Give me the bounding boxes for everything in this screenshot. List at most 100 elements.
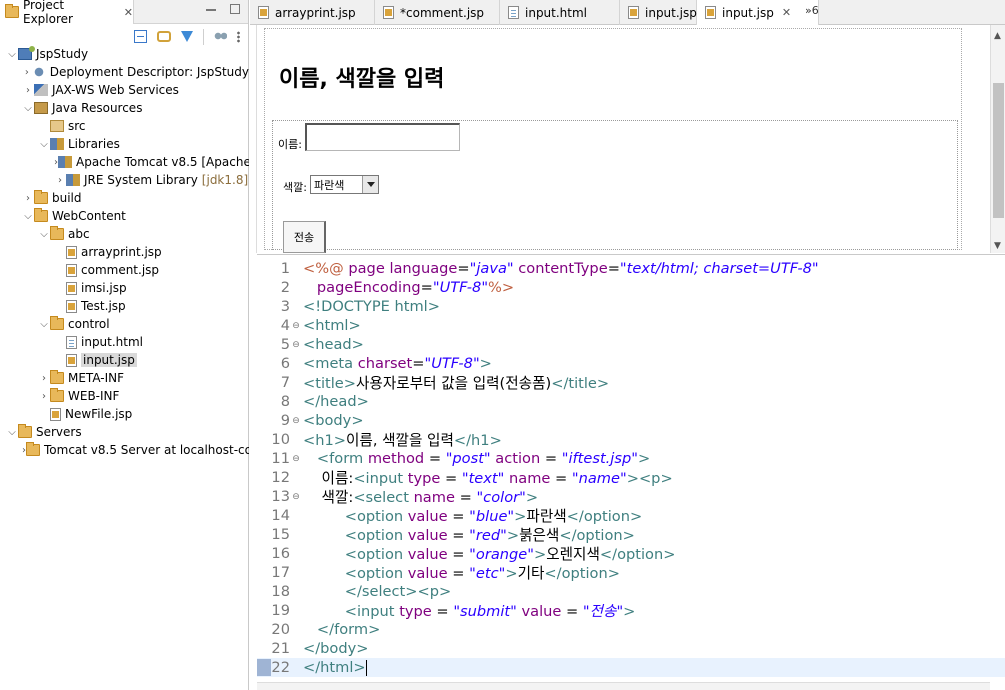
- tree-item[interactable]: Test.jsp: [0, 297, 249, 315]
- tree-item[interactable]: ⌵ WebContent: [0, 207, 249, 225]
- tree-item[interactable]: imsi.jsp: [0, 279, 249, 297]
- editor-tab[interactable]: *comment.jsp: [375, 0, 500, 25]
- minimize-icon[interactable]: [206, 4, 216, 11]
- tree-item[interactable]: › JAX-WS Web Services: [0, 81, 249, 99]
- fold-toggle-icon[interactable]: ⊖: [290, 492, 302, 502]
- tree-item[interactable]: › build: [0, 189, 249, 207]
- scroll-up-icon[interactable]: ▲: [994, 31, 1001, 41]
- tree-item[interactable]: › META-INF: [0, 369, 249, 387]
- fold-toggle-icon[interactable]: ⊖: [290, 340, 302, 350]
- collapsed-chevron-icon[interactable]: ›: [38, 391, 50, 402]
- tree-item[interactable]: ⌵ Libraries: [0, 135, 249, 153]
- preview-left-margin: [250, 25, 257, 253]
- preview-scrollbar[interactable]: ▲ ▼: [990, 25, 1005, 253]
- filter-icon[interactable]: [181, 31, 193, 42]
- tree-item[interactable]: ⌵ JspStudy: [0, 45, 249, 63]
- maximize-icon[interactable]: [230, 4, 240, 14]
- code-line[interactable]: 14 <option value = "blue">파란색</option>: [257, 506, 1005, 525]
- code-line[interactable]: 3 <!DOCTYPE html>: [257, 297, 1005, 316]
- code-line[interactable]: 7 <title>사용자로부터 값을 입력(전송폼)</title>: [257, 373, 1005, 392]
- name-input[interactable]: [305, 123, 460, 151]
- code-line[interactable]: 16 <option value = "orange">오렌지색</option…: [257, 544, 1005, 563]
- tree-item[interactable]: › Deployment Descriptor: JspStudy: [0, 63, 249, 81]
- working-sets-icon[interactable]: [214, 30, 227, 43]
- tree-item[interactable]: input.jsp: [0, 351, 249, 369]
- code-line[interactable]: 8 </head>: [257, 392, 1005, 411]
- code-line[interactable]: 21 </body>: [257, 639, 1005, 658]
- collapsed-chevron-icon[interactable]: ›: [22, 67, 32, 78]
- tree-item[interactable]: › WEB-INF: [0, 387, 249, 405]
- expanded-chevron-icon[interactable]: ⌵: [6, 49, 18, 60]
- tree-item[interactable]: src: [0, 117, 249, 135]
- chevron-down-icon[interactable]: [362, 176, 378, 193]
- code-line[interactable]: 13 ⊖ 색깔:<select name = "color">: [257, 487, 1005, 506]
- collapsed-chevron-icon[interactable]: ›: [54, 175, 66, 186]
- editor-tab[interactable]: arrayprint.jsp: [250, 0, 375, 25]
- tree-item-label: Libraries: [68, 137, 120, 151]
- code-line[interactable]: 22 </html>: [257, 658, 1005, 677]
- code-text: <%@ page language="java" contentType="te…: [303, 260, 819, 277]
- code-line[interactable]: 11 ⊖ <form method = "post" action = "ifte…: [257, 449, 1005, 468]
- tree-item[interactable]: › Tomcat v8.5 Server at localhost-co: [0, 441, 249, 459]
- close-icon[interactable]: ✕: [782, 6, 791, 19]
- code-text: <body>: [303, 412, 364, 429]
- source-editor[interactable]: 1 <%@ page language="java" contentType="t…: [257, 254, 1005, 690]
- expanded-chevron-icon[interactable]: ⌵: [6, 427, 18, 438]
- editor-horizontal-scrollbar[interactable]: [257, 682, 990, 690]
- close-icon[interactable]: ✕: [124, 6, 133, 19]
- collapsed-chevron-icon[interactable]: ›: [22, 193, 34, 204]
- fold-toggle-icon[interactable]: ⊖: [290, 454, 302, 464]
- tree-item[interactable]: ⌵ Java Resources: [0, 99, 249, 117]
- more-tabs-indicator[interactable]: »6: [805, 4, 819, 17]
- tree-item[interactable]: NewFile.jsp: [0, 405, 249, 423]
- code-line[interactable]: 19 <input type = "submit" value = "전송">: [257, 601, 1005, 620]
- tree-item[interactable]: arrayprint.jsp: [0, 243, 249, 261]
- tree-item[interactable]: comment.jsp: [0, 261, 249, 279]
- tree-item-label: META-INF: [68, 371, 125, 385]
- editor-tab[interactable]: input.jsp: [620, 0, 697, 25]
- link-with-editor-icon[interactable]: [157, 31, 171, 42]
- expanded-chevron-icon[interactable]: ⌵: [38, 229, 50, 240]
- expanded-chevron-icon[interactable]: ⌵: [22, 211, 34, 222]
- submit-button[interactable]: 전송: [283, 221, 326, 253]
- expanded-chevron-icon[interactable]: ⌵: [38, 319, 50, 330]
- line-number: 18: [271, 583, 290, 600]
- package-folder-icon: [50, 120, 64, 132]
- fold-toggle-icon[interactable]: ⊖: [290, 321, 302, 331]
- code-text: <option value = "etc">기타</option>: [344, 565, 620, 582]
- code-line[interactable]: 20 </form>: [257, 620, 1005, 639]
- tree-item[interactable]: ⌵ control: [0, 315, 249, 333]
- fold-toggle-icon[interactable]: ⊖: [290, 416, 302, 426]
- tree-item-label: WEB-INF: [68, 389, 120, 403]
- expanded-chevron-icon[interactable]: ⌵: [38, 139, 50, 150]
- code-line[interactable]: 2 pageEncoding="UTF-8"%>: [257, 278, 1005, 297]
- color-select[interactable]: 파란색: [310, 175, 379, 194]
- scrollbar-thumb[interactable]: [993, 83, 1004, 218]
- view-menu-icon[interactable]: [237, 30, 240, 43]
- collapsed-chevron-icon[interactable]: ›: [38, 373, 50, 384]
- code-line[interactable]: 6 <meta charset="UTF-8">: [257, 354, 1005, 373]
- library-icon: [66, 174, 80, 186]
- code-line[interactable]: 18 </select><p>: [257, 582, 1005, 601]
- scroll-down-icon[interactable]: ▼: [994, 241, 1001, 251]
- tree-item[interactable]: input.html: [0, 333, 249, 351]
- editor-tab[interactable]: input.jsp ✕: [697, 0, 819, 25]
- code-line[interactable]: 10 <h1>이름, 색깔을 입력</h1>: [257, 430, 1005, 449]
- tree-item[interactable]: ⌵ Servers: [0, 423, 249, 441]
- editor-tab[interactable]: input.html: [500, 0, 620, 25]
- project-explorer-tab[interactable]: Project Explorer ✕: [0, 0, 134, 26]
- collapsed-chevron-icon[interactable]: ›: [22, 85, 34, 96]
- code-line[interactable]: 9 ⊖ <body>: [257, 411, 1005, 430]
- tree-item[interactable]: › JRE System Library [jdk1.8]: [0, 171, 249, 189]
- collapse-all-icon[interactable]: [134, 30, 147, 43]
- code-line[interactable]: 15 <option value = "red">붉은색</option>: [257, 525, 1005, 544]
- code-line[interactable]: 1 <%@ page language="java" contentType="t…: [257, 259, 1005, 278]
- tree-item[interactable]: ⌵ abc: [0, 225, 249, 243]
- code-line[interactable]: 12 이름:<input type = "text" name = "name"…: [257, 468, 1005, 487]
- code-text: <meta charset="UTF-8">: [303, 355, 492, 372]
- tree-item[interactable]: › Apache Tomcat v8.5 [Apache: [0, 153, 249, 171]
- code-line[interactable]: 4 ⊖ <html>: [257, 316, 1005, 335]
- expanded-chevron-icon[interactable]: ⌵: [22, 103, 34, 114]
- code-line[interactable]: 5 ⊖ <head>: [257, 335, 1005, 354]
- code-line[interactable]: 17 <option value = "etc">기타</option>: [257, 563, 1005, 582]
